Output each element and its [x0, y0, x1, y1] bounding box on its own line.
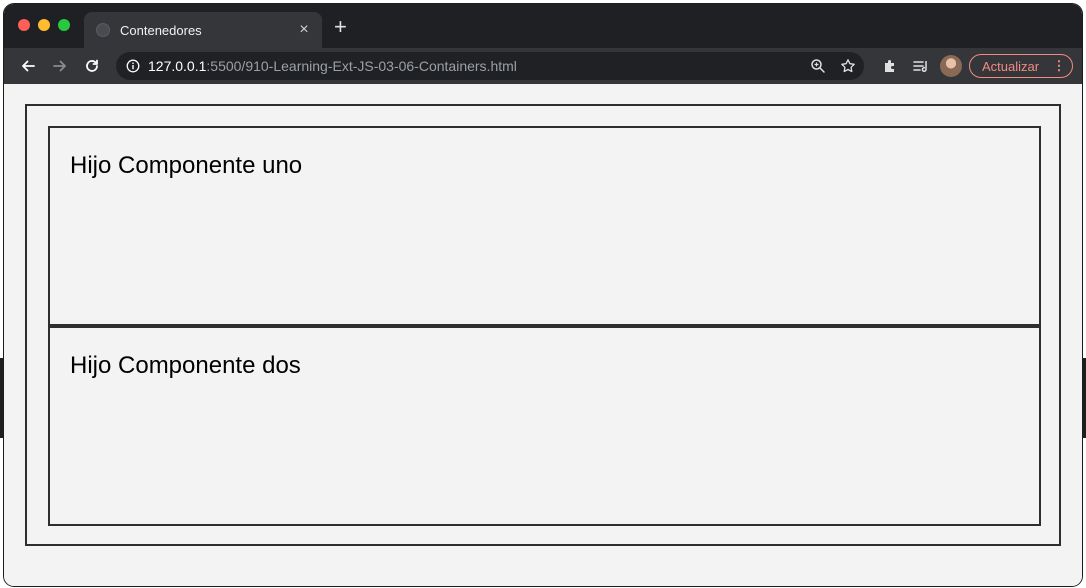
- globe-icon: [96, 23, 110, 37]
- url-host: 127.0.0.1: [148, 58, 207, 74]
- new-tab-button[interactable]: +: [334, 16, 347, 38]
- browser-window: Contenedores × + 127.0.0.1:5500/910-Lear…: [4, 4, 1082, 586]
- child-component-two: Hijo Componente dos: [48, 326, 1041, 526]
- address-bar[interactable]: 127.0.0.1:5500/910-Learning-Ext-JS-03-06…: [116, 52, 864, 80]
- update-button-label: Actualizar: [982, 58, 1040, 74]
- info-icon[interactable]: [126, 59, 140, 73]
- star-icon[interactable]: [836, 54, 860, 78]
- url-path: :5500/910-Learning-Ext-JS-03-06-Containe…: [206, 58, 517, 74]
- reload-icon[interactable]: [80, 54, 104, 78]
- url-text[interactable]: 127.0.0.1:5500/910-Learning-Ext-JS-03-06…: [148, 58, 806, 74]
- close-window-button[interactable]: [18, 19, 30, 31]
- page-content: Hijo Componente uno Hijo Componente dos: [4, 84, 1082, 586]
- tab-close-icon[interactable]: ×: [294, 21, 314, 39]
- maximize-window-button[interactable]: [58, 19, 70, 31]
- reading-list-icon[interactable]: [909, 54, 933, 78]
- extensions-icon[interactable]: [878, 54, 902, 78]
- child-component-two-label: Hijo Componente dos: [70, 352, 301, 379]
- child-component-one: Hijo Componente uno: [48, 126, 1041, 326]
- tab-contenedores[interactable]: Contenedores ×: [84, 12, 322, 48]
- forward-arrow-icon[interactable]: [48, 54, 72, 78]
- zoom-icon[interactable]: [806, 54, 830, 78]
- title-bar: Contenedores × +: [4, 4, 1082, 48]
- parent-container: Hijo Componente uno Hijo Componente dos: [25, 104, 1061, 546]
- tab-title: Contenedores: [120, 22, 202, 38]
- more-menu-icon[interactable]: ⋮: [1052, 58, 1066, 74]
- browser-toolbar: 127.0.0.1:5500/910-Learning-Ext-JS-03-06…: [4, 48, 1082, 84]
- minimize-window-button[interactable]: [38, 19, 50, 31]
- update-button[interactable]: Actualizar ⋮: [969, 54, 1073, 78]
- profile-avatar[interactable]: [940, 55, 962, 77]
- child-component-one-label: Hijo Componente uno: [70, 152, 303, 179]
- back-arrow-icon[interactable]: [16, 54, 40, 78]
